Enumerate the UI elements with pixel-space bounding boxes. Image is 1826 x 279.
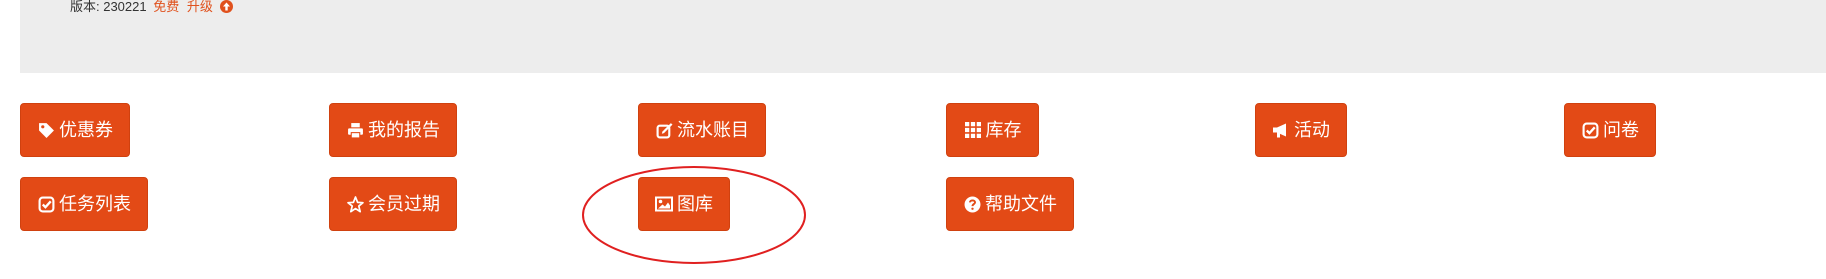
coupon-button[interactable]: 优惠券 [20, 103, 130, 157]
version-info: 版本: 230221 免费 升级 [70, 0, 233, 14]
help-docs-button[interactable]: 帮助文件 [946, 177, 1074, 231]
help-docs-label: 帮助文件 [985, 194, 1057, 214]
activity-button[interactable]: 活动 [1255, 103, 1347, 157]
edit-icon [655, 121, 673, 139]
inventory-label: 库存 [985, 120, 1022, 140]
my-report-label: 我的报告 [368, 120, 440, 140]
arrow-up-circle-icon[interactable] [219, 0, 233, 13]
header-panel: 版本: 230221 免费 升级 [20, 0, 1826, 73]
task-list-button[interactable]: 任务列表 [20, 177, 148, 231]
my-report-button[interactable]: 我的报告 [329, 103, 457, 157]
inventory-button[interactable]: 库存 [946, 103, 1039, 157]
star-icon [346, 195, 364, 213]
member-expired-label: 会员过期 [368, 194, 440, 214]
gallery-label: 图库 [677, 194, 713, 214]
grid-icon [964, 121, 982, 139]
print-icon [346, 121, 364, 139]
ledger-label: 流水账目 [677, 120, 749, 140]
image-icon [655, 195, 673, 213]
version-label: 版本: 230221 [70, 0, 147, 14]
ledger-button[interactable]: 流水账目 [638, 103, 766, 157]
coupon-label: 优惠券 [59, 120, 113, 140]
survey-label: 问卷 [1603, 120, 1639, 140]
check-square-icon [1581, 121, 1599, 139]
tag-icon [37, 121, 55, 139]
task-list-label: 任务列表 [59, 194, 131, 214]
question-circle-icon [963, 195, 981, 213]
upgrade-link[interactable]: 升级 [187, 0, 213, 14]
bullhorn-icon [1272, 121, 1290, 139]
check-square-icon [37, 195, 55, 213]
gallery-button[interactable]: 图库 [638, 177, 730, 231]
member-expired-button[interactable]: 会员过期 [329, 177, 457, 231]
activity-label: 活动 [1294, 120, 1330, 140]
survey-button[interactable]: 问卷 [1564, 103, 1656, 157]
plan-label: 免费 [153, 0, 180, 14]
